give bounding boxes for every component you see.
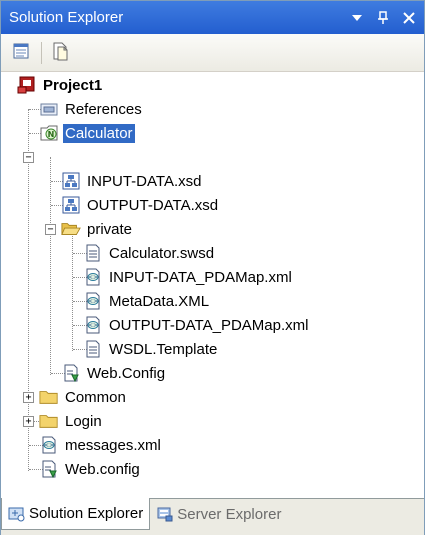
xsd-icon	[61, 171, 81, 191]
solution-explorer-icon	[8, 505, 26, 523]
window-title: Solution Explorer	[9, 9, 124, 26]
xml-file-icon: <>	[83, 315, 103, 335]
xml-file-icon: <>	[39, 435, 59, 455]
tree-item-private[interactable]: private	[61, 217, 134, 241]
tree-item-label: OUTPUT-DATA_PDAMap.xml	[109, 316, 309, 334]
svg-text:<>: <>	[88, 298, 98, 305]
tree-item-web-config-calculator[interactable]: Web.Config	[61, 361, 167, 385]
tree-line	[72, 229, 73, 351]
toolbar-separator	[41, 41, 42, 64]
show-all-files-icon	[51, 41, 71, 65]
tree-item-label: INPUT-DATA.xsd	[87, 172, 202, 190]
tree-item-label: messages.xml	[65, 436, 161, 454]
tree-item-messages-xml[interactable]: <> messages.xml	[39, 433, 163, 457]
tree-item-calculator[interactable]: N Calculator	[39, 121, 135, 145]
server-explorer-icon	[156, 505, 174, 523]
tree-line	[50, 157, 51, 375]
title-bar: Solution Explorer	[1, 1, 424, 34]
references-icon	[39, 99, 59, 119]
svg-text:<>: <>	[44, 442, 54, 449]
tree-item-calculator-swsd[interactable]: Calculator.swsd	[83, 241, 216, 265]
tree-item-label: Calculator.swsd	[109, 244, 215, 262]
xml-file-icon: <>	[83, 291, 103, 311]
properties-icon	[12, 41, 32, 65]
dropdown-icon[interactable]	[346, 7, 368, 29]
svg-text:<>: <>	[88, 322, 98, 329]
config-file-icon	[39, 459, 59, 479]
tab-server-explorer[interactable]: Server Explorer	[150, 499, 287, 529]
text-file-icon	[83, 339, 103, 359]
collapse-toggle[interactable]: −	[45, 224, 56, 235]
tree-item-output-data-xsd[interactable]: OUTPUT-DATA.xsd	[61, 193, 220, 217]
tree-item-label: Web.Config	[87, 364, 166, 382]
tree-item-references[interactable]: References	[39, 97, 144, 121]
expand-toggle[interactable]: +	[23, 416, 34, 427]
tree-item-label: OUTPUT-DATA.xsd	[87, 196, 219, 214]
xsd-icon	[61, 195, 81, 215]
tree-item-metadata-xml[interactable]: <> MetaData.XML	[83, 289, 211, 313]
tab-label: Solution Explorer	[29, 505, 144, 522]
svg-text:N: N	[48, 130, 55, 139]
tree-item-login[interactable]: Login	[39, 409, 104, 433]
collapse-toggle[interactable]: −	[23, 152, 34, 163]
tab-strip: Solution Explorer Server Explorer	[1, 498, 424, 535]
text-file-icon	[83, 243, 103, 263]
service-folder-icon: N	[39, 123, 59, 143]
tree-item-label: References	[65, 100, 142, 118]
show-all-files-button[interactable]	[48, 40, 74, 66]
xml-file-icon: <>	[83, 267, 103, 287]
pin-icon[interactable]	[372, 7, 394, 29]
tree-item-project1[interactable]: Project1	[17, 73, 104, 97]
tree-item-label: Login	[65, 412, 102, 430]
tree-item-label: Web.config	[65, 460, 140, 478]
folder-icon	[39, 387, 59, 407]
tree-item-label: INPUT-DATA_PDAMap.xml	[109, 268, 292, 286]
tab-label: Server Explorer	[177, 505, 282, 523]
tree-item-web-config[interactable]: Web.config	[39, 457, 142, 481]
tree-item-input-data-xsd[interactable]: INPUT-DATA.xsd	[61, 169, 203, 193]
tree-item-label: Calculator	[63, 123, 135, 143]
tab-solution-explorer[interactable]: Solution Explorer	[1, 498, 151, 530]
tree-item-label: Project1	[43, 76, 103, 94]
tree-item-input-data-pdamap-xml[interactable]: <> INPUT-DATA_PDAMap.xml	[83, 265, 294, 289]
open-folder-icon	[61, 219, 81, 239]
tree-item-label: Common	[65, 388, 126, 406]
folder-icon	[39, 411, 59, 431]
tree-item-output-data-pdamap-xml[interactable]: <> OUTPUT-DATA_PDAMap.xml	[83, 313, 310, 337]
svg-text:<>: <>	[88, 274, 98, 281]
tree-item-common[interactable]: Common	[39, 385, 128, 409]
solution-tree: − − + + Project1 References N Calculator…	[1, 73, 424, 491]
tree-item-label: MetaData.XML	[109, 292, 210, 310]
toolbar	[1, 34, 424, 72]
close-icon[interactable]	[398, 7, 420, 29]
tree-item-wsdl-template[interactable]: WSDL.Template	[83, 337, 219, 361]
solution-explorer-window: Solution Explorer − − + + Project1 Refer…	[0, 0, 425, 535]
tree-item-label: private	[87, 220, 133, 238]
config-file-icon	[61, 363, 81, 383]
tree-item-label: WSDL.Template	[109, 340, 218, 358]
project-icon	[17, 75, 37, 95]
properties-button[interactable]	[9, 40, 35, 66]
expand-toggle[interactable]: +	[23, 392, 34, 403]
